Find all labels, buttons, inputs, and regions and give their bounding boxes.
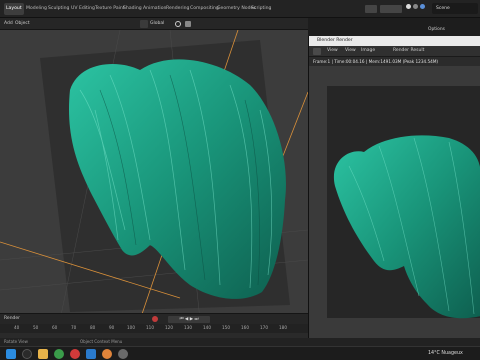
- render-info: Frame:1 | Time:00:04.16 | Mem:1491.03M (…: [309, 57, 480, 66]
- render-window: Blender Render View View Image Render Re…: [308, 36, 480, 338]
- chrome-icon[interactable]: [54, 349, 64, 359]
- ruler-tick: 170: [260, 325, 268, 330]
- pivot-icon[interactable]: [175, 21, 181, 27]
- viewport-header: Add Object Global: [0, 18, 308, 30]
- image-menu[interactable]: Image: [361, 46, 375, 56]
- ruler-tick: 150: [222, 325, 230, 330]
- tab-scripting[interactable]: Scripting: [249, 3, 273, 15]
- status-bar: Rotate View Object Context Menu: [0, 338, 480, 346]
- snap-button[interactable]: [365, 5, 377, 13]
- record-icon[interactable]: [152, 316, 158, 322]
- status-context-text: Object Context Menu: [80, 339, 123, 344]
- windows-icon[interactable]: [6, 349, 16, 359]
- ruler-tick: 80: [90, 325, 96, 330]
- search-icon[interactable]: [22, 349, 32, 359]
- tab-layout[interactable]: Layout: [4, 3, 24, 15]
- ruler-tick: 160: [241, 325, 249, 330]
- ruler-tick: 110: [146, 325, 154, 330]
- timeline-header: Render ⏮ ◀ ▶ ⏭: [0, 313, 308, 324]
- weather-widget[interactable]: 14°C Nuageux: [428, 350, 463, 358]
- tab-sculpting[interactable]: Sculpting: [46, 3, 71, 15]
- ruler-tick: 50: [33, 325, 39, 330]
- 3d-viewport[interactable]: [0, 30, 308, 320]
- shading-solid-icon[interactable]: [406, 4, 411, 9]
- render-toolbar: View View Image Render Result: [309, 46, 480, 57]
- render-result-image: [327, 86, 480, 319]
- ruler-tick: 70: [71, 325, 77, 330]
- scene-selector[interactable]: Scene: [432, 3, 478, 14]
- ruler-tick: 140: [203, 325, 211, 330]
- transform-orientation-icon[interactable]: [140, 20, 148, 28]
- viewport-scene: [0, 30, 308, 320]
- render-canvas[interactable]: [309, 66, 480, 338]
- taskbar: 14°C Nuageux: [0, 346, 480, 360]
- timeline-ruler[interactable]: 40 50 60 70 80 90 100 110 120 130 140 15…: [0, 324, 308, 333]
- ruler-tick: 60: [52, 325, 58, 330]
- workspace-bar: Layout Modeling Sculpting UV Editing Tex…: [0, 0, 480, 32]
- shading-rendered-icon[interactable]: [420, 4, 425, 9]
- options-dropdown[interactable]: Options: [428, 27, 445, 32]
- transform-orientation-dropdown[interactable]: Global: [150, 19, 164, 29]
- add-menu[interactable]: Add: [4, 19, 13, 29]
- ruler-tick: 120: [165, 325, 173, 330]
- ruler-tick: 100: [127, 325, 135, 330]
- render-window-title: Blender Render: [309, 36, 480, 46]
- ruler-tick: 90: [109, 325, 115, 330]
- shading-material-icon[interactable]: [413, 4, 418, 9]
- editor-type-icon[interactable]: [313, 48, 321, 55]
- ruler-tick: 130: [184, 325, 192, 330]
- object-menu[interactable]: Object: [15, 19, 30, 29]
- render-slot-dropdown[interactable]: Render Result: [393, 46, 424, 56]
- view-menu-2[interactable]: View: [345, 46, 356, 56]
- settings-icon[interactable]: [118, 349, 128, 359]
- vscode-icon[interactable]: [86, 349, 96, 359]
- timeline-label: Render: [4, 316, 21, 321]
- overlay-button[interactable]: [380, 5, 402, 13]
- playback-controls[interactable]: ⏮ ◀ ▶ ⏭: [168, 316, 210, 323]
- file-explorer-icon[interactable]: [38, 349, 48, 359]
- blender-icon[interactable]: [102, 349, 112, 359]
- opera-icon[interactable]: [70, 349, 80, 359]
- status-left-text: Rotate View: [4, 339, 28, 344]
- ruler-tick: 180: [279, 325, 287, 330]
- view-menu[interactable]: View: [327, 46, 338, 56]
- ruler-tick: 40: [14, 325, 20, 330]
- snap-icon[interactable]: [185, 21, 191, 27]
